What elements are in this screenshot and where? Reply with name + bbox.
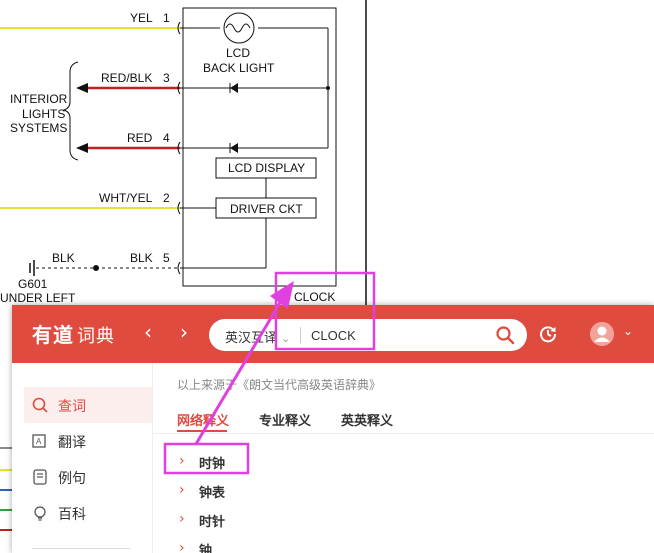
search-input[interactable] bbox=[311, 325, 481, 345]
back-button[interactable]: ‹ bbox=[144, 322, 152, 342]
search-word-icon bbox=[32, 397, 48, 413]
chevron-right-icon: › bbox=[179, 511, 185, 527]
search-divider bbox=[300, 327, 301, 343]
chevron-right-icon: › bbox=[179, 453, 185, 469]
tab-web-definitions[interactable]: 网络释义 bbox=[177, 410, 229, 429]
search-box: 英汉互译 ⌄ bbox=[209, 319, 527, 351]
pin-1: 1 bbox=[163, 11, 170, 25]
sidebar-item-label: 查词 bbox=[58, 399, 86, 415]
driver-ckt-label: DRIVER CKT bbox=[230, 202, 303, 216]
avatar[interactable] bbox=[590, 322, 614, 346]
chevron-right-icon: › bbox=[179, 482, 185, 498]
sidebar-item-label: 翻译 bbox=[58, 435, 86, 451]
history-icon[interactable] bbox=[538, 324, 558, 344]
sidebar-item-label: 例句 bbox=[58, 471, 86, 487]
side-label-line-1: INTERIOR bbox=[10, 92, 68, 106]
sidebar-item-encyclopedia[interactable]: 百科 bbox=[24, 495, 152, 531]
pin-4: 4 bbox=[163, 131, 170, 145]
bulb-label-2: BACK LIGHT bbox=[203, 61, 275, 75]
wire-label-red-blk: RED/BLK bbox=[101, 71, 152, 85]
active-tab-indicator bbox=[177, 430, 227, 432]
tab-divider bbox=[153, 433, 654, 434]
svg-text:A: A bbox=[36, 437, 42, 446]
side-label-line-3: SYSTEMS bbox=[10, 121, 67, 135]
wire-label-yel: YEL bbox=[130, 11, 153, 25]
translate-icon: A bbox=[32, 434, 46, 448]
sidebar-item-examples[interactable]: 例句 bbox=[24, 459, 152, 495]
lcd-display-label: LCD DISPLAY bbox=[228, 161, 305, 175]
pin-3: 3 bbox=[163, 71, 170, 85]
sidebar-item-label: 百科 bbox=[58, 507, 86, 523]
wire-label-red: RED bbox=[127, 131, 153, 145]
sidebar-divider bbox=[32, 548, 130, 549]
pin-5: 5 bbox=[163, 251, 170, 265]
main-content: 以上来源于《朗文当代高级英语辞典》 网络释义 专业释义 英英释义 › 时钟 › … bbox=[153, 363, 654, 553]
example-sentence-icon bbox=[33, 469, 47, 485]
bulb-label-1: LCD bbox=[226, 46, 250, 60]
account-chevron-down-icon[interactable]: ⌄ bbox=[623, 324, 633, 338]
logo-subtext: 词典 bbox=[77, 326, 115, 347]
tab-professional-definitions[interactable]: 专业释义 bbox=[259, 410, 311, 429]
source-note: 以上来源于《朗文当代高级英语辞典》 bbox=[177, 378, 382, 392]
chevron-right-icon: › bbox=[179, 540, 185, 553]
logo-text: 有道 bbox=[32, 323, 74, 347]
language-select[interactable]: 英汉互译 ⌄ bbox=[225, 327, 290, 346]
result-word: 钟 bbox=[199, 544, 213, 553]
tab-english-definitions[interactable]: 英英释义 bbox=[341, 410, 393, 429]
side-label-line-2: LIGHTS bbox=[22, 107, 65, 121]
pin-2: 2 bbox=[163, 191, 170, 205]
language-select-value: 英汉互译 bbox=[225, 331, 278, 346]
app-logo: 有道 词典 bbox=[32, 319, 115, 348]
result-word: 钟表 bbox=[199, 486, 226, 501]
clock-module-box bbox=[182, 7, 337, 287]
result-word: 时钟 bbox=[199, 457, 226, 472]
search-icon[interactable] bbox=[495, 325, 515, 345]
forward-button[interactable]: › bbox=[180, 322, 188, 342]
encyclopedia-icon bbox=[34, 506, 46, 521]
wire-label-wht-yel: WHT/YEL bbox=[99, 191, 153, 205]
dictionary-window: 有道词典 ‹ › 英汉互译⌄ ⌄ bbox=[12, 305, 654, 553]
ground-name: G601 bbox=[18, 277, 48, 291]
ground-location: UNDER LEFT bbox=[0, 291, 76, 305]
result-word: 时针 bbox=[199, 515, 226, 530]
top-bar: 有道词典 ‹ › 英汉互译⌄ ⌄ bbox=[12, 305, 654, 363]
sidebar-item-translate[interactable]: A 翻译 bbox=[24, 423, 152, 459]
chevron-down-icon: ⌄ bbox=[281, 332, 291, 345]
wire-label-blk: BLK bbox=[130, 251, 153, 265]
sidebar-item-lookup[interactable]: 查词 bbox=[24, 387, 152, 423]
clock-label: CLOCK bbox=[294, 290, 335, 304]
ground-wire-label: BLK bbox=[52, 251, 75, 265]
sidebar: 查词 A 翻译 例句 百科 bbox=[12, 363, 153, 553]
